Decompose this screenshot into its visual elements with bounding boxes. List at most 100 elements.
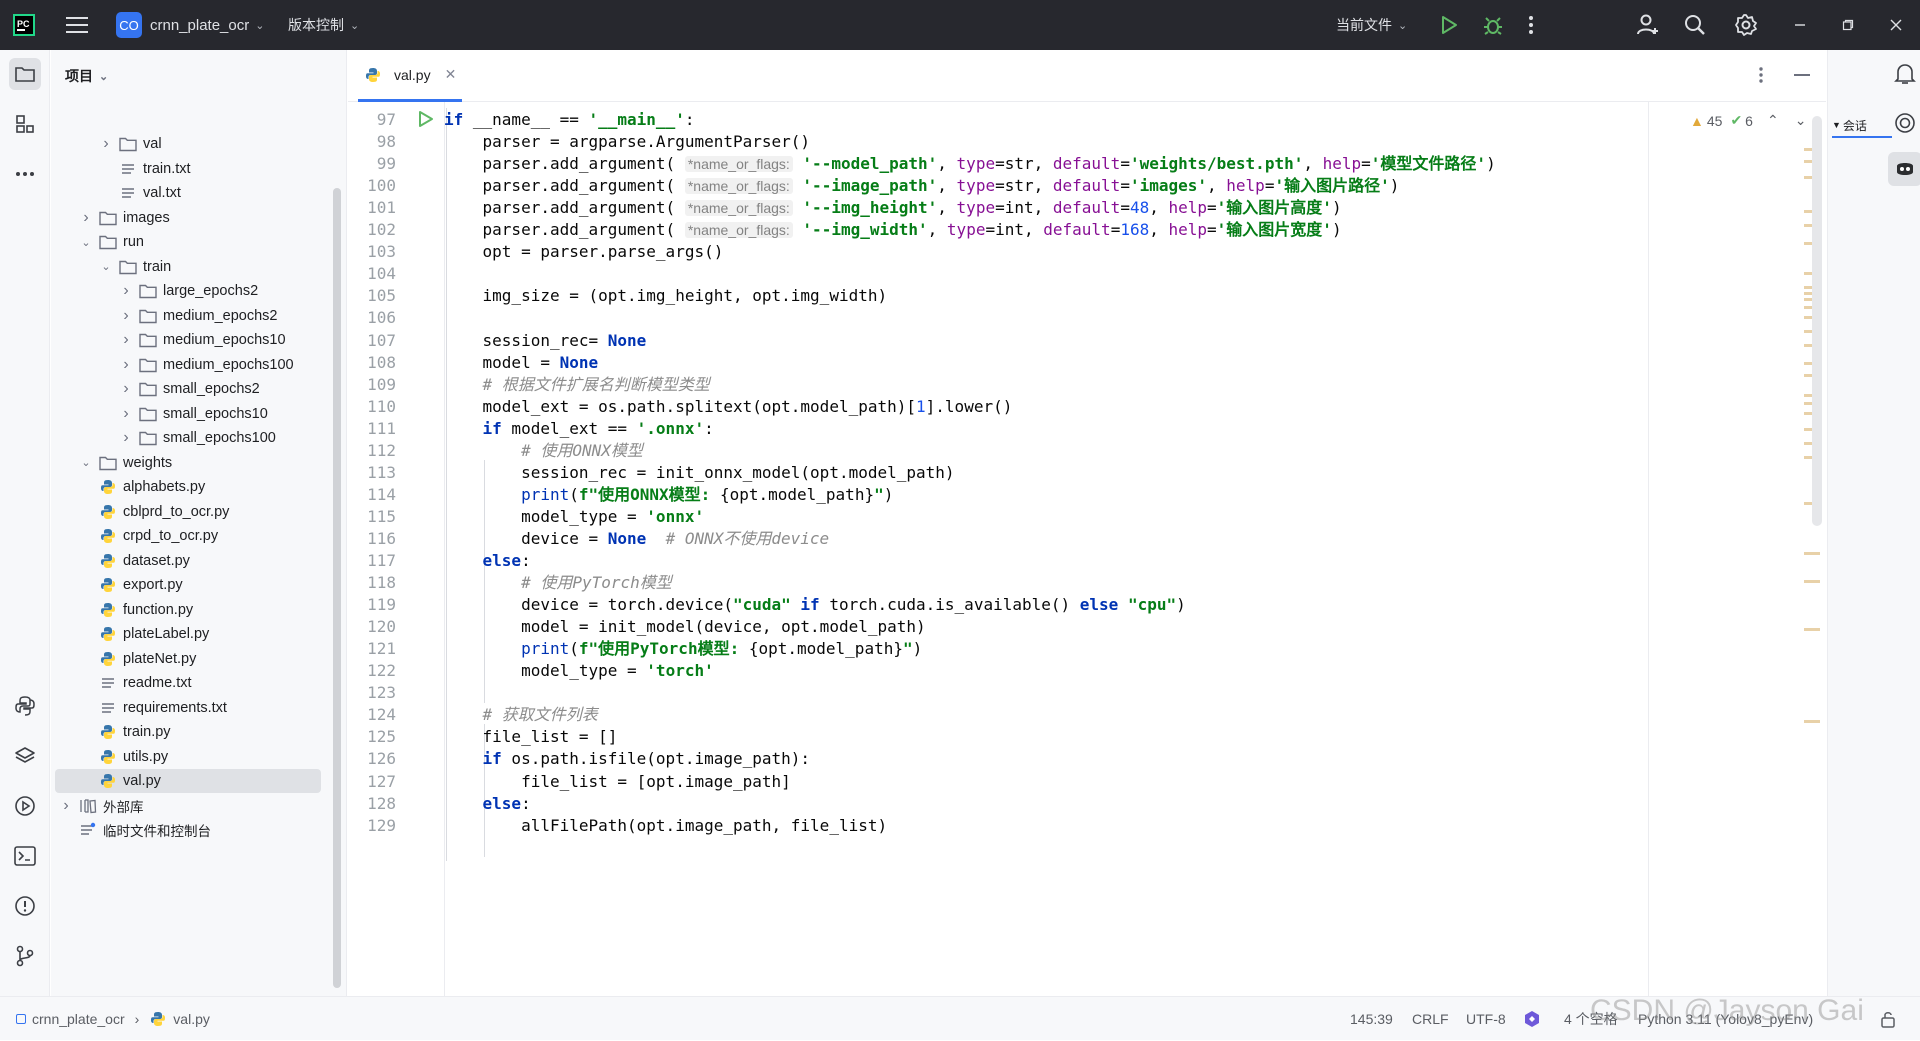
tree-item-medium-epochs100[interactable]: › medium_epochs100 [55,353,321,377]
chat-label: 会话 [1842,118,1867,133]
tree-item-alphabets-py[interactable]: alphabets.py [55,475,321,499]
warning-marker[interactable] [1804,552,1820,555]
ai-assistant-icon[interactable] [1894,112,1916,137]
close-tab-icon[interactable]: ✕ [445,66,457,83]
python-file-icon [149,1010,167,1028]
tree-item-weights[interactable]: ⌄ weights [55,451,321,475]
tree-item-requirements-txt[interactable]: requirements.txt [55,696,321,720]
caret-position[interactable]: 145:39 [1350,997,1393,1041]
project-panel-header[interactable]: 项目 ⌄ [51,50,346,102]
chevron-right-icon[interactable]: › [59,797,73,815]
minimize-window-icon[interactable] [1794,0,1806,50]
tree-item-run[interactable]: ⌄ run [55,230,321,254]
tree-item-small-epochs100[interactable]: › small_epochs100 [55,426,321,450]
tree-item-[interactable]: 临时文件和控制台 [55,818,321,842]
editor-more-icon[interactable] [1758,66,1764,87]
chevron-right-icon[interactable]: › [119,429,133,447]
warning-marker[interactable] [1804,628,1820,631]
tree-item-images[interactable]: › images [55,206,321,230]
services-icon[interactable] [9,790,41,822]
chevron-right-icon[interactable]: › [119,331,133,349]
layers-icon[interactable] [9,740,41,772]
chevron-down-icon[interactable]: ⌄ [79,456,93,469]
tree-item-medium-epochs2[interactable]: › medium_epochs2 [55,304,321,328]
warning-marker[interactable] [1804,580,1820,583]
tree-item-utils-py[interactable]: utils.py [55,745,321,769]
tree-item-[interactable]: › 外部库 [55,794,321,818]
tree-item-platelabel-py[interactable]: plateLabel.py [55,622,321,646]
code-area[interactable]: 97 if __name__ == '__main__': 98 parser = … [348,106,1648,996]
tab-val-py[interactable]: val.py ✕ [358,50,463,102]
problems-icon[interactable] [9,890,41,922]
tree-item-small-epochs10[interactable]: › small_epochs10 [55,402,321,426]
ai-status-icon[interactable] [1522,997,1542,1041]
more-tools-icon[interactable] [9,158,41,190]
more-actions-icon[interactable] [1528,0,1534,50]
project-scrollbar[interactable] [333,188,341,988]
tree-item-val-txt[interactable]: val.txt [55,181,321,205]
python-packages-icon[interactable] [9,690,41,722]
tree-item-export-py[interactable]: export.py [55,573,321,597]
tree-item-medium-epochs10[interactable]: › medium_epochs10 [55,328,321,352]
prev-highlight-icon[interactable]: ⌃ [1767,112,1779,129]
tree-item-crpd-to-ocr-py[interactable]: crpd_to_ocr.py [55,524,321,548]
chevron-down-icon[interactable]: ⌄ [79,236,93,249]
run-config-selector[interactable]: 当前文件 ⌄ [1336,0,1407,50]
warning-marker[interactable] [1804,720,1820,723]
tree-item-train-txt[interactable]: train.txt [55,157,321,181]
structure-icon[interactable] [9,108,41,140]
run-button[interactable] [1440,0,1458,50]
tree-item-small-epochs2[interactable]: › small_epochs2 [55,377,321,401]
breadcrumb-file[interactable]: val.py [173,1011,210,1027]
chevron-right-icon[interactable]: › [79,209,93,227]
gear-icon[interactable] [1734,0,1758,50]
inspection-widget[interactable]: ▲ 45 ✔ 6 ⌃ ⌄ [1690,112,1806,129]
tree-item-val[interactable]: › val [55,132,321,156]
search-icon[interactable] [1684,0,1706,50]
breadcrumb[interactable]: crnn_plate_ocr › val.py [16,997,210,1041]
copilot-icon[interactable] [1888,152,1920,186]
tree-item-label: crpd_to_ocr.py [123,528,219,544]
tree-item-val-py[interactable]: val.py [55,769,321,793]
chevron-right-icon[interactable]: › [119,282,133,300]
tree-item-large-epochs2[interactable]: › large_epochs2 [55,279,321,303]
chevron-right-icon[interactable]: › [119,307,133,325]
app-logo-icon[interactable]: PC [12,0,36,50]
add-user-icon[interactable] [1636,0,1660,50]
line-separator[interactable]: CRLF [1412,997,1449,1041]
chevron-right-icon[interactable]: › [119,380,133,398]
tree-item-train-py[interactable]: train.py [55,720,321,744]
file-encoding[interactable]: UTF-8 [1466,997,1506,1041]
chevron-right-icon[interactable]: › [99,135,113,153]
tree-item-label: readme.txt [123,675,192,691]
close-window-icon[interactable] [1890,0,1902,50]
tree-item-cblprd-to-ocr-py[interactable]: cblprd_to_ocr.py [55,500,321,524]
tree-item-platenet-py[interactable]: plateNet.py [55,647,321,671]
project-switcher[interactable]: CO crnn_plate_ocr ⌄ [116,0,264,50]
project-folder-icon[interactable] [9,58,41,90]
tree-item-function-py[interactable]: function.py [55,598,321,622]
vcs-menu[interactable]: 版本控制 ⌄ [288,0,359,50]
git-icon[interactable] [9,940,41,972]
run-gutter-icon[interactable] [418,110,434,131]
debug-button[interactable] [1482,0,1504,50]
breadcrumb-project[interactable]: crnn_plate_ocr [32,1011,125,1027]
chevron-down-icon[interactable]: ⌄ [99,260,113,273]
editor-scrollbar[interactable] [1812,116,1822,526]
chevron-right-icon[interactable]: › [119,405,133,423]
scratch-icon [79,821,97,839]
tree-item-readme-txt[interactable]: readme.txt [55,671,321,695]
tab-chat[interactable]: ▼ 会话 [1832,114,1892,138]
terminal-icon[interactable] [9,840,41,872]
restore-window-icon[interactable] [1842,0,1854,50]
minimize-editor-icon[interactable] [1794,74,1810,76]
main-menu-icon[interactable] [66,0,88,50]
chevron-right-icon[interactable]: › [119,356,133,374]
notifications-bell-icon[interactable] [1894,62,1916,89]
tree-item-label: 外部库 [103,799,144,815]
lock-icon[interactable] [1880,997,1896,1041]
next-highlight-icon[interactable]: ⌄ [1795,112,1807,129]
tree-item-dataset-py[interactable]: dataset.py [55,549,321,573]
tree-item-train[interactable]: ⌄ train [55,255,321,279]
code-line[interactable]: 129 allFilePath(opt.image_path, file_lis… [348,812,1648,839]
